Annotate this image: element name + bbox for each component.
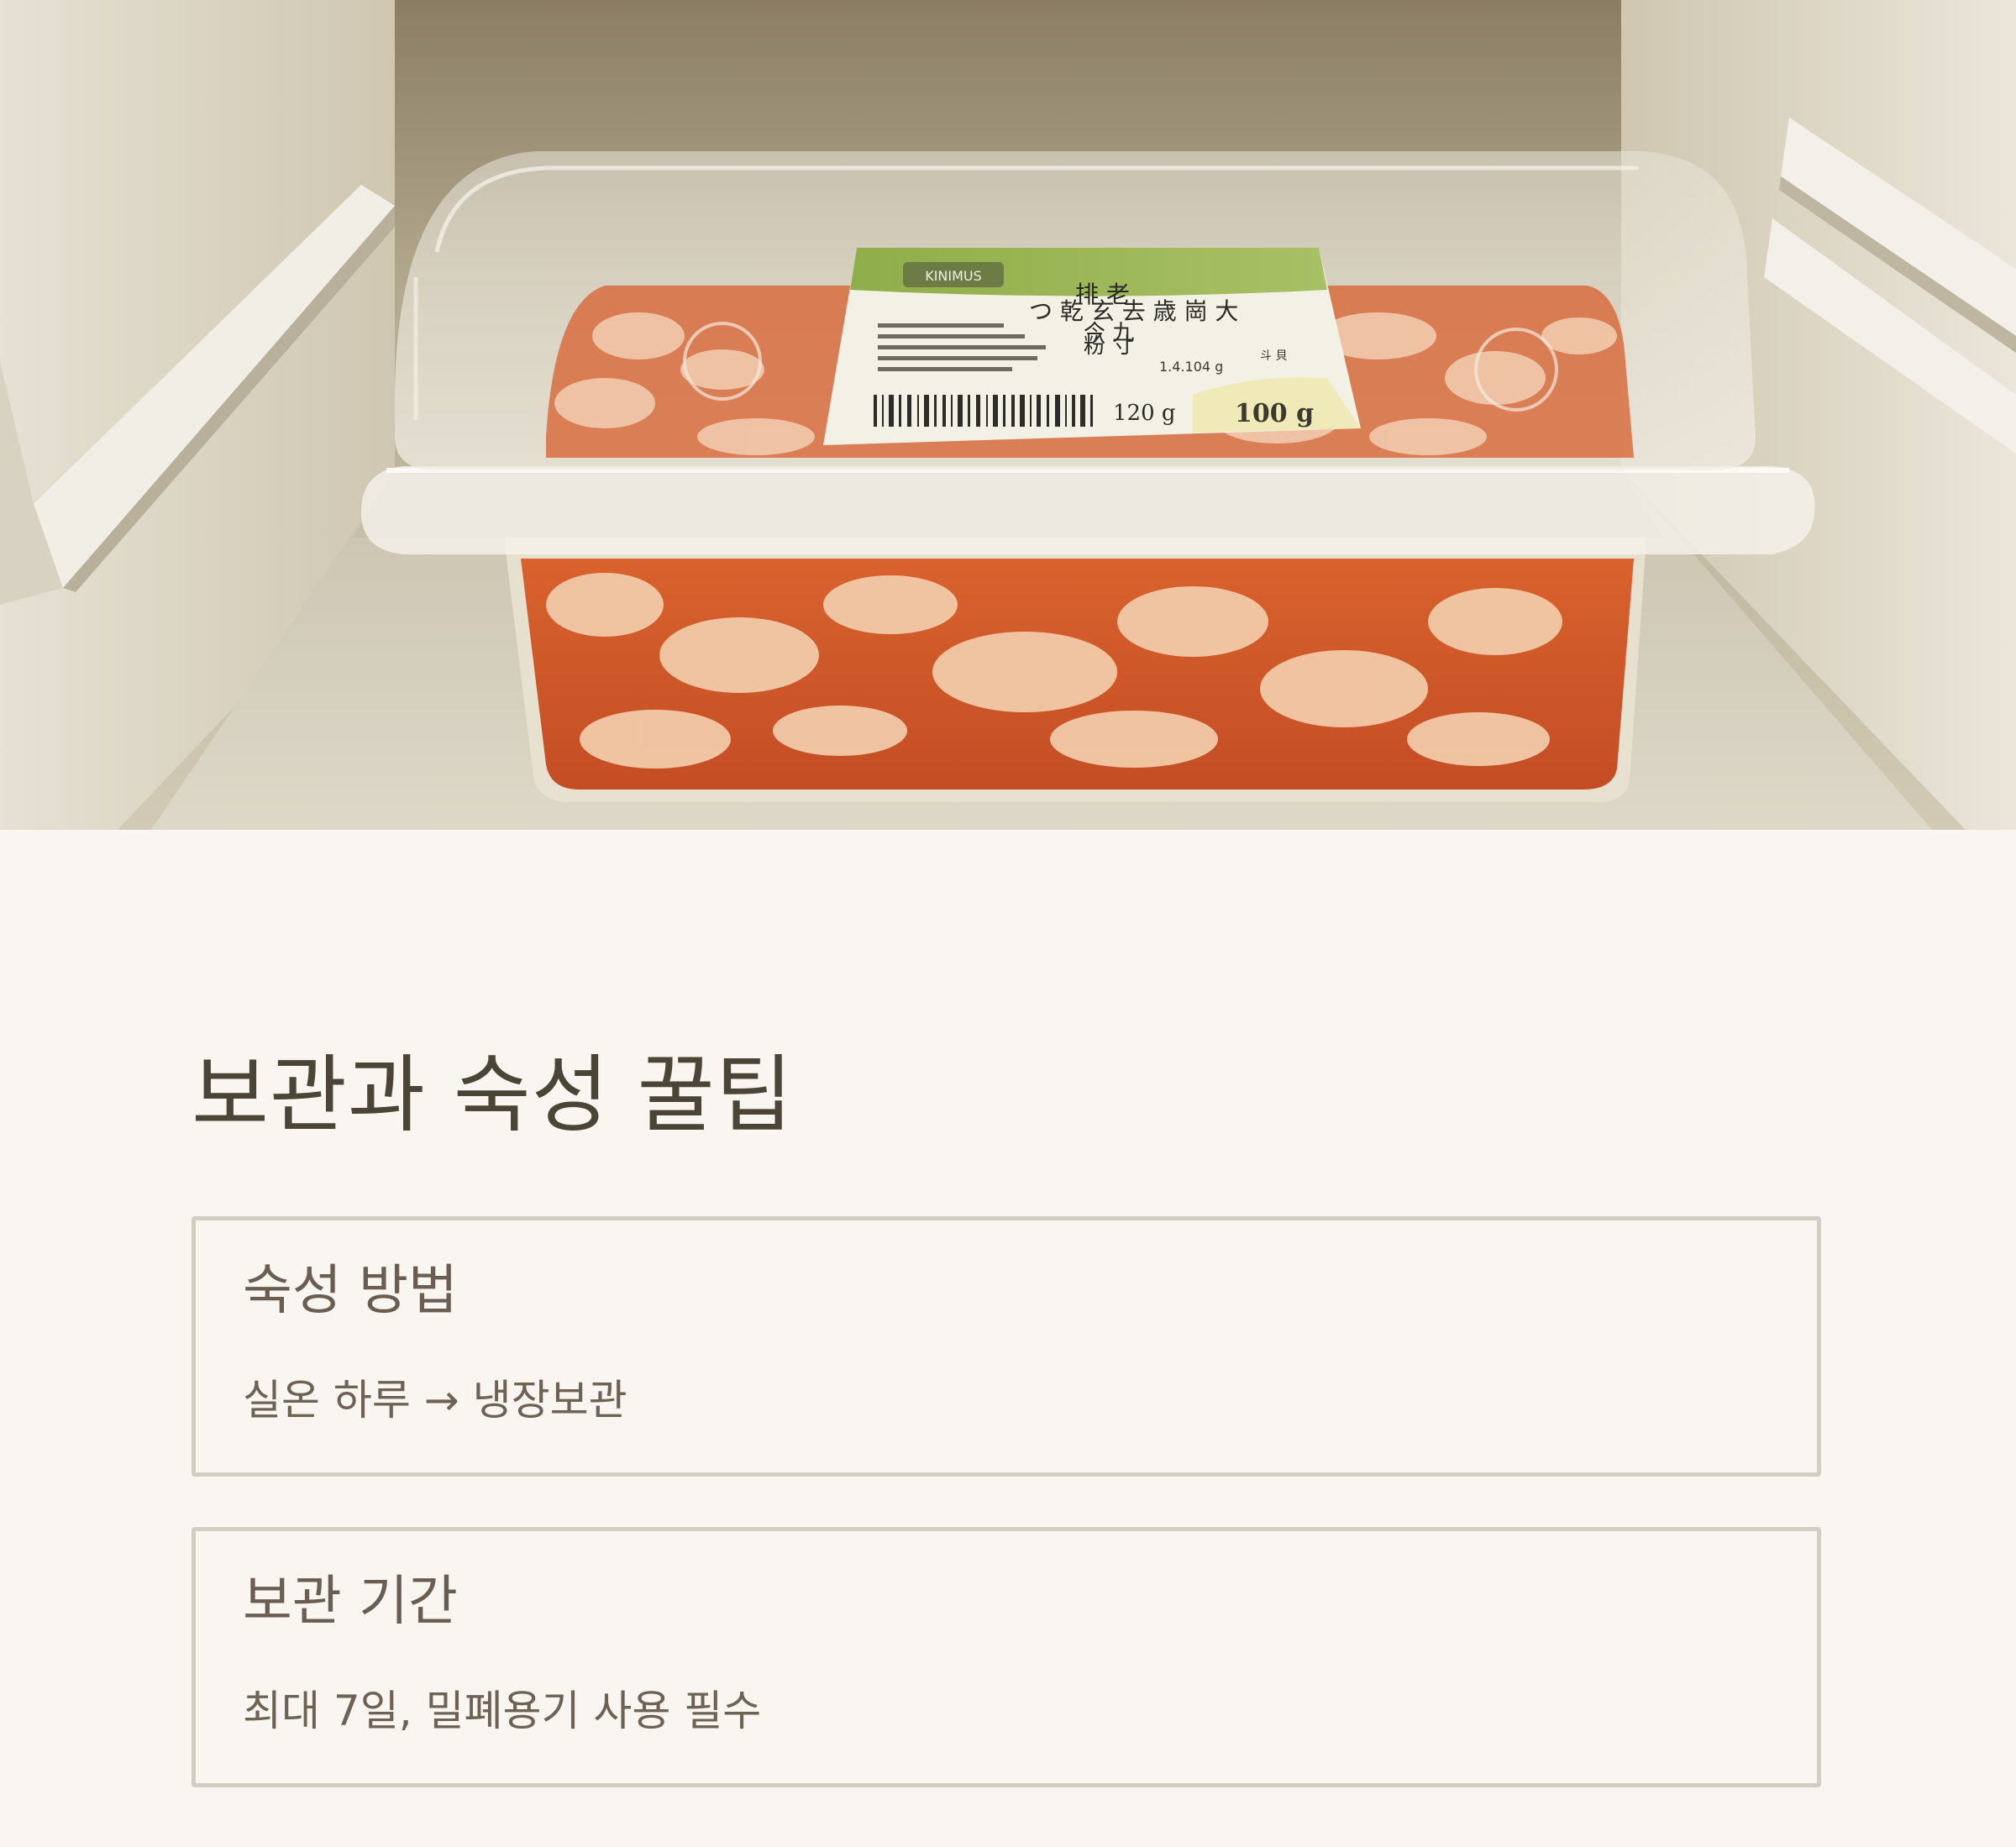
hero-photo: KINIMUS 排 老 つ 乾 玄 去 歳 崗 大 今 九 粉 寸 1.4.10… [0,0,2016,830]
svg-text:KINIMUS: KINIMUS [925,268,982,284]
tip-card-storage-period: 보관 기간 최대 7일, 밀폐용기 사용 필수 [192,1527,1821,1787]
svg-text:斗 貝: 斗 貝 [1260,349,1287,363]
svg-text:100 g: 100 g [1235,399,1314,428]
product-label: KINIMUS 排 老 つ 乾 玄 去 歳 崗 大 今 九 粉 寸 1.4.10… [823,248,1361,445]
tip-card-text: 실온 하루 → 냉장보관 [243,1376,627,1425]
tip-card-title: 보관 기간 [243,1571,458,1633]
section-title: 보관과 숙성 꿀팁 [192,1046,794,1144]
tip-card-aging: 숙성 방법 실온 하루 → 냉장보관 [192,1216,1821,1477]
tip-card-title: 숙성 방법 [243,1260,458,1322]
storage-tips-section: 보관과 숙성 꿀팁 숙성 방법 실온 하루 → 냉장보관 보관 기간 최대 7일… [0,830,2016,1847]
svg-text:120 g: 120 g [1113,401,1176,426]
hero-image: KINIMUS 排 老 つ 乾 玄 去 歳 崗 大 今 九 粉 寸 1.4.10… [0,0,2016,830]
svg-text:1.4.104 g: 1.4.104 g [1159,359,1223,375]
tip-card-text: 최대 7일, 밀폐용기 사용 필수 [243,1687,762,1735]
svg-text:粉 寸: 粉 寸 [1084,333,1134,359]
